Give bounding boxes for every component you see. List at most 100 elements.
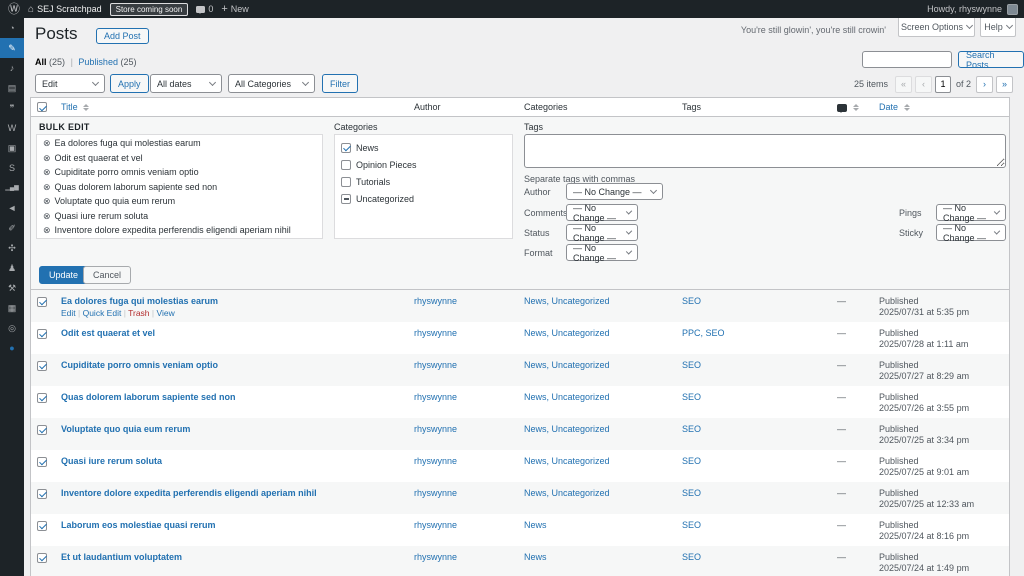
help-button[interactable]: Help [980,18,1016,37]
tags-link[interactable]: SEO [682,360,701,370]
row-action-view[interactable]: View [156,308,174,318]
cancel-button[interactable]: Cancel [83,266,131,284]
tags-link[interactable]: SEO [682,456,701,466]
category-checkbox[interactable] [341,143,351,153]
remove-post-icon[interactable]: ⊗ [43,209,51,224]
categories-link[interactable]: News, Uncategorized [524,488,610,498]
categories-link[interactable]: News [524,552,547,562]
howdy-text[interactable]: Howdy, rhyswynne [927,4,1002,14]
remove-post-icon[interactable]: ⊗ [43,151,51,166]
bulk-tags-input[interactable] [524,134,1006,168]
tags-link[interactable]: SEO [682,488,701,498]
remove-post-icon[interactable]: ⊗ [43,165,51,180]
sidebar-item-site-kit[interactable]: S [0,158,24,178]
sidebar-item-users[interactable]: ♟ [0,258,24,278]
author-link[interactable]: rhyswynne [414,520,457,530]
adminbar-comments[interactable]: 0 [196,4,213,14]
sidebar-item-tools[interactable]: ⚒ [0,278,24,298]
post-title-link[interactable]: Laborum eos molestiae quasi rerum [61,520,216,530]
tags-link[interactable]: SEO [682,424,701,434]
category-filter-select[interactable]: All Categories [228,74,315,93]
categories-link[interactable]: News, Uncategorized [524,360,610,370]
adminbar-new-menu[interactable]: + New [221,4,248,14]
author-link[interactable]: rhyswynne [414,456,457,466]
sidebar-item-help-beacon[interactable]: ● [0,338,24,358]
screen-options-button[interactable]: Screen Options [898,18,975,37]
tags-link[interactable]: SEO [682,392,701,402]
view-all-link[interactable]: All [35,57,47,67]
site-menu[interactable]: ⌂ SEJ Scratchpad [28,4,102,15]
bulk-pings-select[interactable]: — No Change — [936,204,1006,221]
sidebar-item-plugins[interactable]: ✐ [0,218,24,238]
post-title-link[interactable]: Quas dolorem laborum sapiente sed non [61,392,236,402]
sidebar-item-posts[interactable]: ✎ [0,38,24,58]
author-link[interactable]: rhyswynne [414,424,457,434]
tags-link[interactable]: PPC, SEO [682,328,725,338]
categories-link[interactable]: News, Uncategorized [524,456,610,466]
post-title-link[interactable]: Quasi iure rerum soluta [61,456,162,466]
store-coming-soon-badge[interactable]: Store coming soon [110,3,189,16]
tags-link[interactable]: SEO [682,296,701,306]
post-title-link[interactable]: Voluptate quo quia eum rerum [61,424,190,434]
sidebar-item-accessibility[interactable]: ◎ [0,318,24,338]
search-input[interactable] [862,51,952,68]
author-link[interactable]: rhyswynne [414,488,457,498]
apply-button[interactable]: Apply [110,74,149,93]
row-checkbox[interactable] [37,457,47,467]
user-avatar[interactable] [1007,4,1018,15]
post-title-link[interactable]: Et ut laudantium voluptatem [61,552,182,562]
bulk-action-select[interactable]: Edit [35,74,105,93]
row-checkbox[interactable] [37,489,47,499]
sidebar-item-marketing[interactable]: ◄ [0,198,24,218]
sidebar-item-pages[interactable]: ▤ [0,78,24,98]
remove-post-icon[interactable]: ⊗ [43,136,51,151]
sidebar-item-appearance[interactable]: ▣ [0,138,24,158]
row-checkbox[interactable] [37,393,47,403]
author-link[interactable]: rhyswynne [414,296,457,306]
add-post-button[interactable]: Add Post [96,28,149,44]
sort-by-title[interactable]: Title [61,102,78,112]
author-link[interactable]: rhyswynne [414,392,457,402]
category-checkbox[interactable] [341,194,351,204]
post-title-link[interactable]: Cupiditate porro omnis veniam optio [61,360,218,370]
row-action-edit[interactable]: Edit [61,308,76,318]
update-button[interactable]: Update [39,266,88,284]
author-link[interactable]: rhyswynne [414,360,457,370]
bulk-author-select[interactable]: — No Change — [566,183,663,200]
sidebar-item-analytics[interactable]: ▁▄▆ [0,178,24,198]
categories-link[interactable]: News, Uncategorized [524,328,610,338]
next-page-button[interactable]: › [976,76,993,93]
category-checkbox[interactable] [341,177,351,187]
sidebar-item-comments[interactable]: ❞ [0,98,24,118]
select-all-checkbox[interactable] [37,102,47,112]
sidebar-item-settings[interactable]: ▦ [0,298,24,318]
view-published-link[interactable]: Published [78,57,118,67]
row-checkbox[interactable] [37,553,47,563]
categories-link[interactable]: News [524,520,547,530]
post-title-link[interactable]: Odit est quaerat et vel [61,328,155,338]
row-checkbox[interactable] [37,521,47,531]
author-link[interactable]: rhyswynne [414,552,457,562]
tags-link[interactable]: SEO [682,520,701,530]
categories-link[interactable]: News, Uncategorized [524,296,610,306]
bulk-format-select[interactable]: — No Change — [566,244,638,261]
comments-column-header[interactable] [837,102,879,112]
row-checkbox[interactable] [37,297,47,307]
row-action-trash[interactable]: Trash [128,308,149,318]
remove-post-icon[interactable]: ⊗ [43,223,51,238]
filter-button[interactable]: Filter [322,74,358,93]
wordpress-logo-icon[interactable]: Ⓦ [8,3,20,15]
post-title-link[interactable]: Ea dolores fuga qui molestias earum [61,296,218,306]
remove-post-icon[interactable]: ⊗ [43,194,51,209]
remove-post-icon[interactable]: ⊗ [43,180,51,195]
sidebar-item-seo[interactable]: ✣ [0,238,24,258]
sidebar-item-woocommerce[interactable]: W [0,118,24,138]
categories-link[interactable]: News, Uncategorized [524,424,610,434]
row-checkbox[interactable] [37,425,47,435]
post-title-link[interactable]: Inventore dolore expedita perferendis el… [61,488,317,498]
categories-link[interactable]: News, Uncategorized [524,392,610,402]
tags-link[interactable]: SEO [682,552,701,562]
current-page-input[interactable] [935,76,951,93]
author-link[interactable]: rhyswynne [414,328,457,338]
bulk-sticky-select[interactable]: — No Change — [936,224,1006,241]
